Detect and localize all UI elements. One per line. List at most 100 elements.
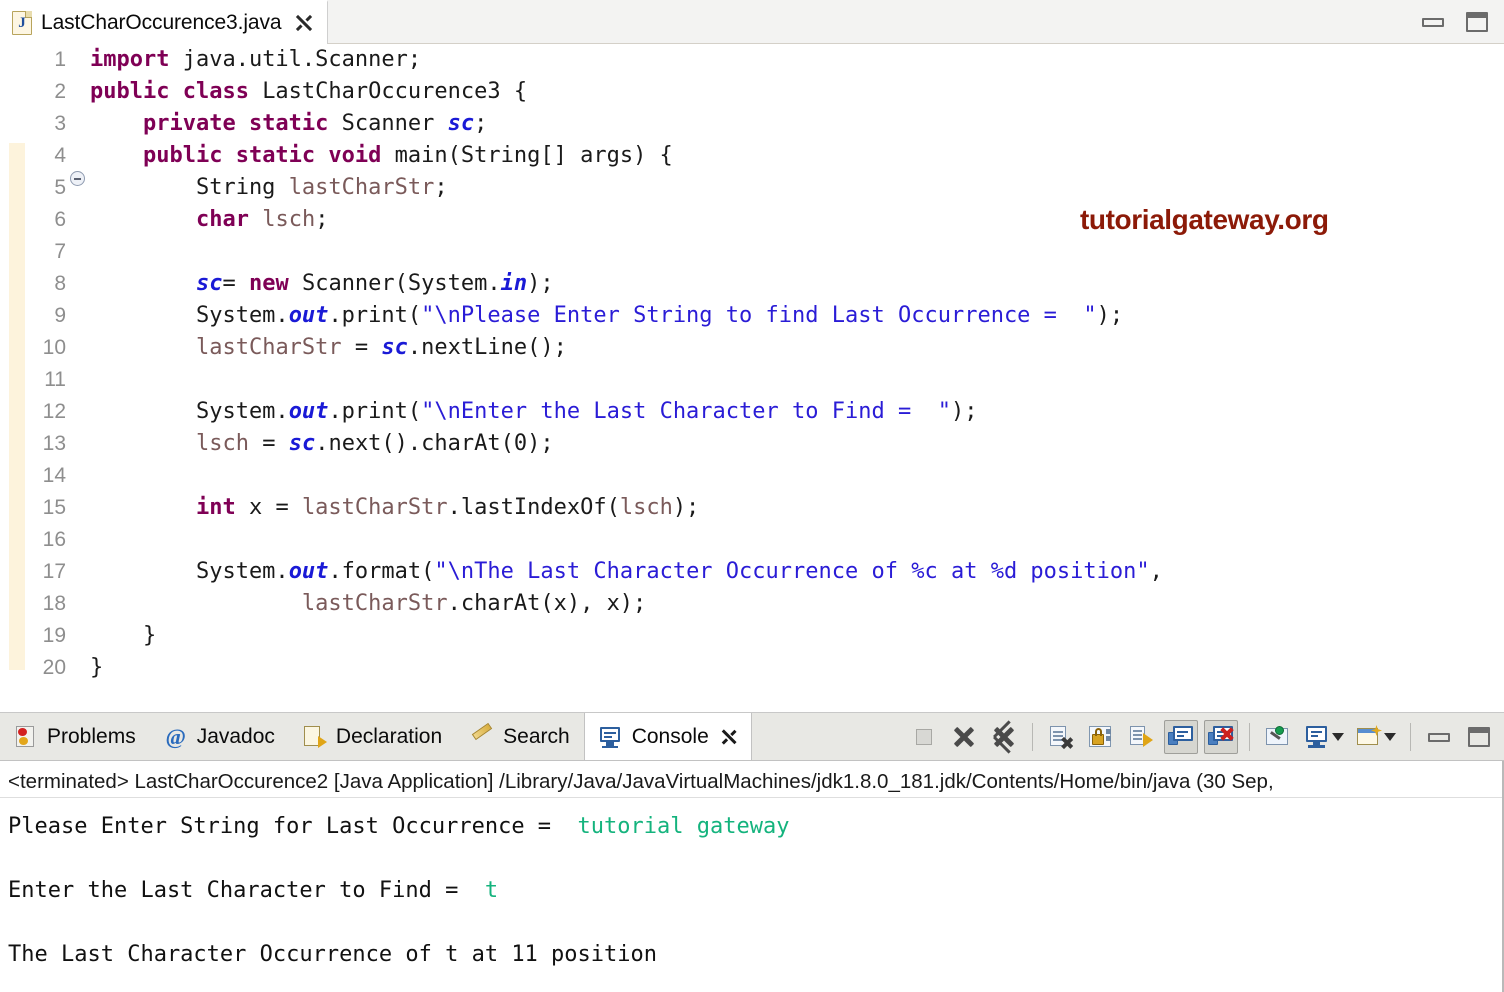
line-number: 17: [42, 560, 66, 583]
code-token: );: [950, 399, 978, 424]
editor-tab-label: LastCharOccurence3.java: [41, 11, 282, 34]
code-token: lsch: [262, 207, 316, 232]
console-prompt-text: Enter the Last Character to Find =: [8, 878, 485, 903]
chevron-down-icon[interactable]: [1384, 733, 1396, 741]
console-divider: [0, 797, 1504, 798]
monitor-icon: [1304, 725, 1330, 749]
code-text: lsch = sc.next().charAt(0);: [90, 428, 554, 460]
console-stderr-icon: [1208, 725, 1234, 749]
code-line: 19 }: [0, 620, 1504, 652]
panel-tab-console[interactable]: Console: [583, 713, 752, 760]
code-token: new: [248, 271, 302, 296]
code-line: 15 int x = lastCharStr.lastIndexOf(lsch)…: [0, 492, 1504, 524]
console-user-input: t: [484, 878, 499, 903]
line-number: 3: [54, 112, 66, 135]
code-text: }: [90, 652, 103, 684]
line-number: 20: [42, 656, 66, 679]
double-x-icon: [993, 726, 1015, 748]
chevron-down-icon[interactable]: [1332, 733, 1344, 741]
maximize-icon: [1468, 727, 1490, 747]
panel-tab-problems[interactable]: Problems: [0, 713, 150, 760]
code-line: 16: [0, 524, 1504, 556]
close-icon[interactable]: [721, 729, 737, 745]
code-token: in: [500, 271, 528, 296]
toolbar-separator: [1410, 723, 1411, 751]
code-editor[interactable]: 1 import java.util.Scanner; 2 public class …: [0, 44, 1504, 701]
console-toolbar: [907, 713, 1496, 761]
editor-titlebar: J LastCharOccurence3.java: [0, 0, 1504, 44]
line-number: 6: [54, 208, 66, 231]
minimize-icon[interactable]: [1422, 17, 1444, 27]
code-token: lsch: [619, 495, 673, 520]
console-icon: [599, 725, 623, 749]
open-console-button[interactable]: [1353, 720, 1399, 754]
code-token: .lastIndexOf(: [447, 495, 620, 520]
code-token: java.util.Scanner;: [182, 47, 422, 72]
code-text: import java.util.Scanner;: [90, 44, 421, 76]
minimize-panel-button[interactable]: [1422, 720, 1456, 754]
maximize-icon[interactable]: [1466, 12, 1488, 32]
line-number: 2: [54, 80, 66, 103]
javadoc-at-icon: @: [165, 723, 186, 749]
code-token: .nextLine();: [407, 335, 567, 360]
console-output-line: Enter the Last Character to Find = t: [8, 875, 1504, 939]
code-token: sc: [381, 335, 408, 360]
code-token: System.: [90, 303, 289, 328]
code-token: );: [1096, 303, 1124, 328]
pin-console-button[interactable]: [1261, 720, 1295, 754]
code-token: public class: [90, 79, 263, 104]
code-token: public static void: [142, 143, 395, 168]
search-pen-icon: [470, 722, 494, 749]
code-line: 13 lsch = sc.next().charAt(0);: [0, 428, 1504, 460]
code-token: lsch: [195, 431, 249, 456]
show-console-on-error-button[interactable]: [1204, 720, 1238, 754]
code-token: sc: [195, 271, 223, 296]
lock-icon: [1089, 725, 1113, 749]
clear-console-button[interactable]: [1044, 720, 1078, 754]
code-lines: 1 import java.util.Scanner; 2 public class …: [0, 44, 1504, 684]
line-number: 12: [42, 400, 66, 423]
panel-tab-label: Javadoc: [196, 724, 275, 748]
stop-square-icon: [916, 729, 932, 745]
close-icon[interactable]: [295, 14, 313, 32]
remove-all-launches-button[interactable]: [987, 720, 1021, 754]
clear-console-icon: [1049, 725, 1073, 749]
code-token: ;: [315, 207, 329, 232]
display-selected-console-button[interactable]: [1301, 720, 1347, 754]
maximize-panel-button[interactable]: [1462, 720, 1496, 754]
word-wrap-button[interactable]: [1124, 720, 1158, 754]
show-console-on-output-button[interactable]: [1164, 720, 1198, 754]
code-text: System.out.format("\nThe Last Character …: [90, 556, 1163, 588]
code-text: System.out.print("\nEnter the Last Chara…: [90, 396, 978, 428]
code-token: lastCharStr: [195, 335, 342, 360]
code-token: "\nPlease Enter String to find Last Occu…: [421, 303, 1097, 328]
code-token: import: [90, 47, 183, 72]
line-number: 10: [42, 336, 66, 359]
minimize-icon: [1428, 732, 1450, 742]
code-token: Scanner: [341, 111, 448, 136]
code-token: String: [90, 175, 289, 200]
code-token: sc: [447, 111, 475, 136]
remove-launch-button[interactable]: [947, 720, 981, 754]
scroll-lock-button[interactable]: [1084, 720, 1118, 754]
panel-tab-javadoc[interactable]: @ Javadoc: [150, 713, 289, 760]
code-line: 18 lastCharStr.charAt(x), x);: [0, 588, 1504, 620]
new-console-icon: [1356, 725, 1382, 749]
eclipse-ide-window: J LastCharOccurence3.java 1 import java.u…: [0, 0, 1504, 992]
panel-tab-label: Problems: [47, 724, 136, 748]
line-number: 9: [54, 304, 66, 327]
word-wrap-icon: [1129, 725, 1153, 749]
code-token: );: [672, 495, 700, 520]
panel-tab-label: Search: [503, 724, 570, 748]
console-view[interactable]: <terminated> LastCharOccurence2 [Java Ap…: [0, 761, 1504, 992]
panel-tab-declaration[interactable]: Declaration: [289, 713, 456, 760]
code-text: }: [90, 620, 156, 652]
code-token: lastCharStr: [288, 175, 435, 200]
terminate-button[interactable]: [907, 720, 941, 754]
editor-tab-lastcharoccurence3[interactable]: J LastCharOccurence3.java: [0, 0, 328, 44]
line-number: 4: [54, 144, 66, 167]
console-user-input: tutorial gateway: [577, 814, 790, 839]
line-number: 7: [54, 240, 66, 263]
panel-tab-search[interactable]: Search: [456, 713, 584, 760]
